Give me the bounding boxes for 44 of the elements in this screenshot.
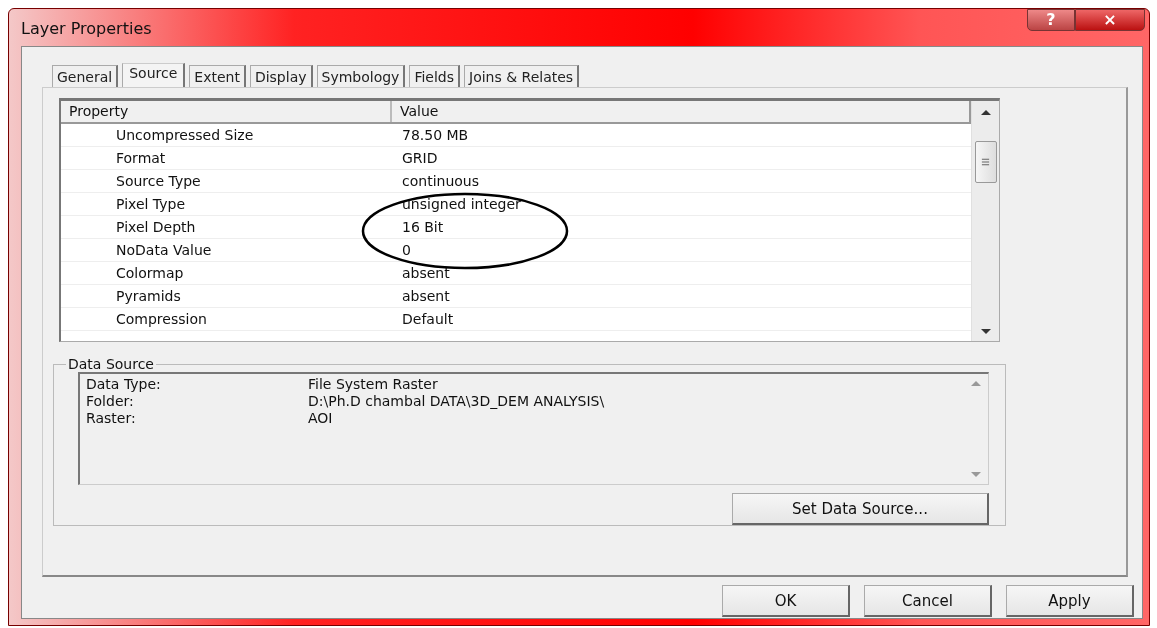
property-name: Colormap	[115, 265, 185, 281]
dialog-button[interactable]: OK	[722, 585, 850, 617]
property-name: Source Type	[115, 173, 202, 189]
info-value: D:\Ph.D chambal DATA\3D_DEM ANALYSIS\	[308, 393, 605, 410]
group-title: Data Source	[67, 356, 155, 372]
property-name: Pyramids	[115, 288, 182, 304]
property-value: 16 Bit	[401, 219, 444, 235]
property-value: unsigned integer	[401, 196, 521, 212]
grip-icon	[981, 158, 990, 166]
window-title: Layer Properties	[21, 19, 152, 38]
property-value: Default	[401, 311, 454, 327]
tab[interactable]: Display	[249, 65, 313, 87]
column-header[interactable]: Property	[61, 101, 392, 122]
info-value: AOI	[308, 410, 333, 427]
property-value: continuous	[401, 173, 479, 189]
tab[interactable]: Fields	[409, 65, 460, 87]
property-value: GRID	[401, 150, 438, 166]
tab[interactable]: Extent	[189, 65, 246, 87]
property-name: NoData Value	[115, 242, 213, 258]
scroll-up-icon[interactable]	[980, 109, 991, 115]
property-value: 78.50 MB	[401, 127, 469, 143]
scroll-thumb[interactable]	[974, 141, 997, 183]
property-name: Pixel Depth	[115, 219, 197, 235]
tab[interactable]: Symbology	[316, 65, 406, 87]
dialog-button[interactable]: Cancel	[864, 585, 992, 617]
property-name: Format	[115, 150, 167, 166]
tab[interactable]: General	[52, 65, 119, 87]
info-label: Folder:	[86, 393, 135, 410]
dialog-button[interactable]: Apply	[1006, 585, 1134, 617]
property-value: absent	[401, 288, 450, 304]
info-label: Data Type:	[86, 376, 162, 393]
scrollbar[interactable]	[971, 101, 999, 341]
set-data-source-button[interactable]: Set Data Source...	[732, 493, 989, 525]
close-button[interactable]: ×	[1075, 9, 1145, 31]
property-name: Uncompressed Size	[115, 127, 255, 143]
info-label: Raster:	[86, 410, 137, 427]
property-value: absent	[401, 265, 450, 281]
property-name: Pixel Type	[115, 196, 186, 212]
scroll-down-icon[interactable]	[980, 329, 991, 335]
info-value: File System Raster	[308, 376, 438, 393]
tab[interactable]: Source	[122, 63, 186, 87]
property-name: Compression	[115, 311, 208, 327]
tab[interactable]: Joins & Relates	[464, 65, 580, 87]
property-value: 0	[401, 242, 411, 258]
